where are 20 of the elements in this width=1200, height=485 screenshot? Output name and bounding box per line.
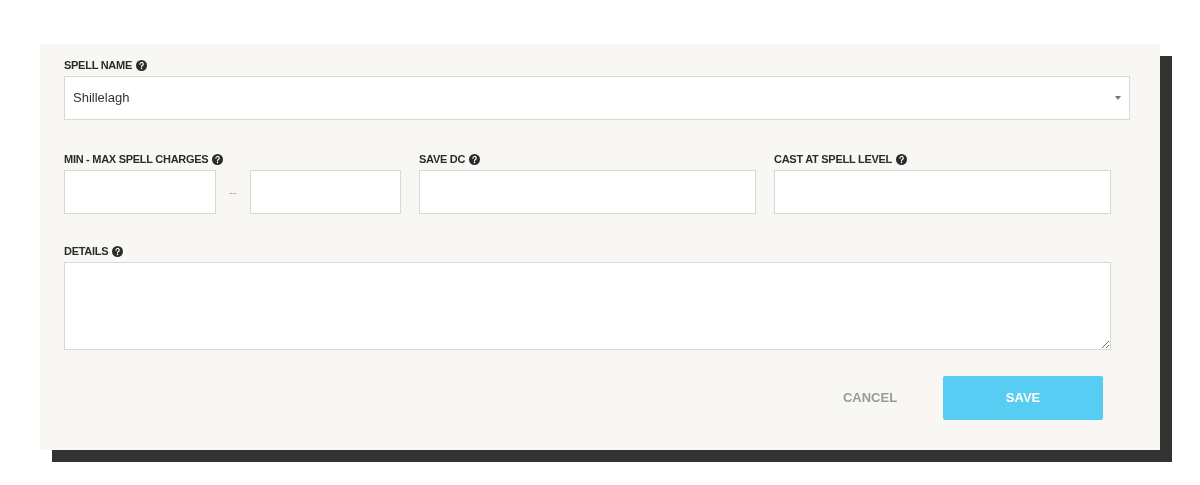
details-textarea[interactable] (64, 262, 1111, 350)
help-icon (469, 153, 481, 165)
help-icon (896, 153, 908, 165)
help-icon (212, 153, 224, 165)
field-label: SAVE DC (419, 153, 466, 165)
help-icon (135, 59, 147, 71)
field-label: DETAILS (64, 245, 109, 257)
caret-icon (1115, 96, 1121, 100)
field-label: MIN - MAX SPELL CHARGES (64, 153, 209, 165)
help-icon (112, 245, 124, 257)
field-label: CAST AT SPELL LEVEL (774, 153, 893, 165)
spell-select[interactable]: Shillelagh (64, 76, 1130, 120)
range-separator: -- (228, 184, 238, 200)
cancel-button[interactable]: CANCEL (805, 376, 935, 420)
input-field[interactable] (419, 170, 756, 214)
field-label: SPELL NAME (64, 59, 132, 71)
input-field[interactable] (250, 170, 401, 214)
save-button[interactable]: SAVE (943, 376, 1103, 420)
input-field[interactable] (774, 170, 1111, 214)
input-field[interactable] (64, 170, 216, 214)
